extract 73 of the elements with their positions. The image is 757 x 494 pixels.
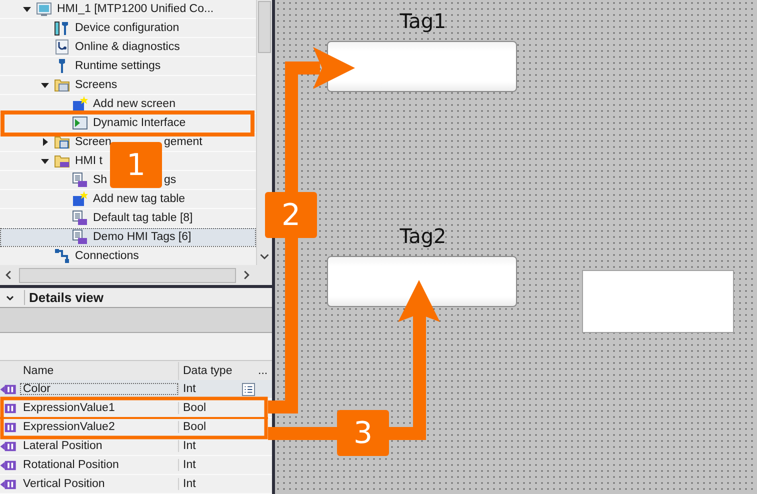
connection-icon [54,248,70,264]
tree-item-label: HMI_1 [MTP1200 Unified Co... [57,3,214,15]
tree-item-label: Screens [75,79,118,91]
tree-item-label: Add new tag table [93,193,186,205]
inout-tag-icon [0,478,17,490]
tree-item[interactable]: Demo HMI Tags [6] [0,228,256,247]
screen-icon [72,115,88,131]
step-number-badge: 3 [337,410,389,456]
vertical-scrollbar[interactable] [256,0,272,265]
horizontal-scrollbar[interactable] [0,265,272,285]
inout-tag-icon [0,384,17,394]
field-label: Tag1 [398,8,448,35]
tree-item[interactable]: Screens [0,76,256,95]
tree-item-label: gement [164,136,202,148]
scrollbar-thumb[interactable] [258,1,271,53]
tree-item-label: Dynamic Interface [93,117,186,129]
table-cell-text: Vertical Position [22,478,106,490]
scrollbar-thumb[interactable] [19,268,236,282]
tag-table-icon [72,210,88,226]
panel-title: Details view [24,290,104,305]
collapse-arrow-icon[interactable] [42,138,48,146]
table-cell-text: ExpressionValue1 [22,402,116,414]
tree-item[interactable]: Add new tag table [0,190,256,209]
folder-icon [54,77,70,93]
table-cell: Int [178,478,258,490]
table-cell: Int [178,440,258,452]
expand-arrow-icon[interactable] [23,6,31,12]
table-cell: Bool [178,402,258,414]
inout-tag-icon [0,440,17,452]
list-icon[interactable] [242,382,255,396]
tag-table-icon [72,229,88,245]
tree-item[interactable]: HMI_1 [MTP1200 Unified Co... [0,0,256,19]
table-row[interactable]: Rotational Position Int [0,456,272,475]
tree-item[interactable]: Runtime settings [0,57,256,76]
tree-item-label: Add new screen [93,98,176,110]
folder-icon [54,153,70,169]
table-row[interactable]: Color Int [0,380,272,399]
table-cell: Bool [178,421,258,433]
field-label: Tag2 [398,223,448,250]
stethoscope-icon [54,39,70,55]
tree-item[interactable]: Device configuration [0,19,256,38]
tree-item-label: Default tag table [8] [93,212,193,224]
io-field[interactable] [327,256,517,307]
expand-arrow-icon[interactable] [41,158,49,164]
step-number-badge: 2 [265,192,317,238]
table-cell: Int [178,459,258,471]
inout-tag-icon [0,460,17,470]
tree-item-label: Demo HMI Tags [6] [93,231,192,243]
column-header[interactable]: ... [258,362,272,380]
tree-item[interactable]: Dynamic Interface [0,114,256,133]
table-row[interactable]: Vertical Position Int [0,475,272,494]
expand-arrow-icon[interactable] [41,82,49,88]
step-number-badge: 1 [110,142,162,188]
folder-icon [54,134,70,150]
tree-item[interactable]: Screen [75,136,112,148]
add-star-icon [72,191,88,207]
tree-item-label: HMI t [75,155,102,167]
table-cell: Color [20,383,178,395]
tree-item-label: Runtime settings [75,60,161,72]
tree-item-label: Device configuration [75,22,180,34]
wrench-icon [54,20,70,36]
column-header[interactable]: Name [20,362,178,380]
tree-item-label: gs [164,174,176,186]
tree-item[interactable]: Sh [93,174,108,186]
io-field[interactable] [327,41,517,92]
tree-item-label: Connections [75,250,139,262]
tree-item-label: Online & diagnostics [75,41,180,53]
table-cell-text: Lateral Position [22,440,104,452]
rectangle-object[interactable] [582,270,734,333]
tree-item[interactable]: Online & diagnostics [0,38,256,57]
add-star-icon [72,96,88,112]
table-cell-text: ExpressionValue2 [22,421,116,433]
table-cell-text: Rotational Position [22,459,120,471]
